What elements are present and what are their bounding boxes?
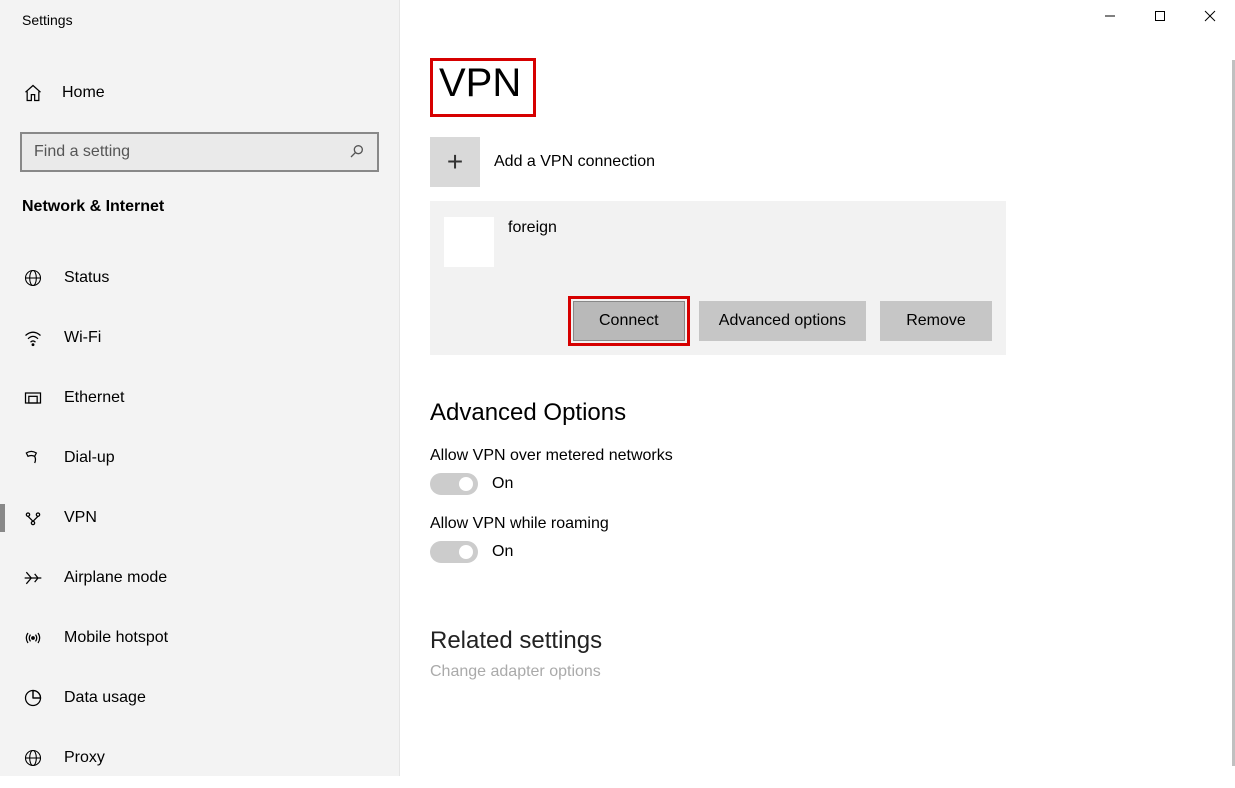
sidebar-item-ethernet[interactable]: Ethernet bbox=[0, 368, 399, 428]
minimize-button[interactable] bbox=[1085, 0, 1135, 32]
wifi-icon bbox=[22, 327, 44, 349]
sidebar-item-proxy[interactable]: Proxy bbox=[0, 728, 399, 788]
metered-toggle-label: Allow VPN over metered networks bbox=[430, 447, 1235, 465]
roaming-toggle-state: On bbox=[492, 543, 513, 561]
change-adapter-link[interactable]: Change adapter options bbox=[430, 663, 1235, 681]
vpn-connection-icon bbox=[444, 217, 494, 267]
nav-home-label: Home bbox=[62, 84, 105, 102]
sidebar-item-wifi[interactable]: Wi-Fi bbox=[0, 308, 399, 368]
close-button[interactable] bbox=[1185, 0, 1235, 32]
sidebar-item-label: Airplane mode bbox=[64, 569, 167, 587]
sidebar-item-vpn[interactable]: VPN bbox=[0, 488, 399, 548]
globe-icon bbox=[22, 267, 44, 289]
proxy-icon bbox=[22, 747, 44, 769]
advanced-options-button[interactable]: Advanced options bbox=[699, 301, 866, 341]
sidebar-item-hotspot[interactable]: Mobile hotspot bbox=[0, 608, 399, 668]
sidebar-item-label: Mobile hotspot bbox=[64, 629, 168, 647]
sidebar-item-label: Proxy bbox=[64, 749, 105, 767]
sidebar-item-status[interactable]: Status bbox=[0, 248, 399, 308]
sidebar-item-label: VPN bbox=[64, 509, 97, 527]
hotspot-icon bbox=[22, 627, 44, 649]
sidebar-nav-list: Status Wi-Fi bbox=[0, 236, 399, 788]
plus-icon: + bbox=[430, 137, 480, 187]
window-controls bbox=[1085, 0, 1235, 32]
sidebar-item-label: Ethernet bbox=[64, 389, 124, 407]
metered-toggle-state: On bbox=[492, 475, 513, 493]
advanced-options-heading: Advanced Options bbox=[430, 399, 1235, 427]
sidebar: Settings Home Network & bbox=[0, 0, 400, 776]
sidebar-item-airplane[interactable]: Airplane mode bbox=[0, 548, 399, 608]
sidebar-category-title: Network & Internet bbox=[0, 172, 399, 236]
metered-toggle[interactable] bbox=[430, 473, 478, 495]
remove-button[interactable]: Remove bbox=[880, 301, 992, 341]
sidebar-item-datausage[interactable]: Data usage bbox=[0, 668, 399, 728]
page-title-highlight: VPN bbox=[430, 58, 536, 117]
search-icon bbox=[349, 143, 367, 161]
data-usage-icon bbox=[22, 687, 44, 709]
page-title: VPN bbox=[439, 61, 521, 106]
connect-button[interactable]: Connect bbox=[573, 301, 685, 341]
sidebar-item-label: Wi-Fi bbox=[64, 329, 101, 347]
home-icon bbox=[22, 82, 44, 104]
sidebar-item-label: Data usage bbox=[64, 689, 146, 707]
sidebar-item-dialup[interactable]: Dial-up bbox=[0, 428, 399, 488]
phone-icon bbox=[22, 447, 44, 469]
airplane-icon bbox=[22, 567, 44, 589]
vpn-entry[interactable]: foreign Connect Advanced options Remove bbox=[430, 201, 1006, 355]
app-title: Settings bbox=[0, 2, 399, 38]
add-vpn-connection[interactable]: + Add a VPN connection bbox=[430, 137, 1235, 187]
roaming-toggle[interactable] bbox=[430, 541, 478, 563]
related-settings-heading: Related settings bbox=[430, 627, 1235, 655]
search-input[interactable] bbox=[34, 143, 341, 161]
main-content: VPN + Add a VPN connection foreign Conne… bbox=[400, 0, 1235, 776]
ethernet-icon bbox=[22, 387, 44, 409]
vpn-icon bbox=[22, 507, 44, 529]
add-vpn-label: Add a VPN connection bbox=[494, 153, 655, 171]
sidebar-item-label: Status bbox=[64, 269, 109, 287]
roaming-toggle-label: Allow VPN while roaming bbox=[430, 515, 1235, 533]
sidebar-item-label: Dial-up bbox=[64, 449, 115, 467]
nav-home[interactable]: Home bbox=[0, 64, 399, 122]
vpn-connection-name: foreign bbox=[508, 217, 557, 237]
search-field-container[interactable] bbox=[20, 132, 379, 172]
maximize-button[interactable] bbox=[1135, 0, 1185, 32]
